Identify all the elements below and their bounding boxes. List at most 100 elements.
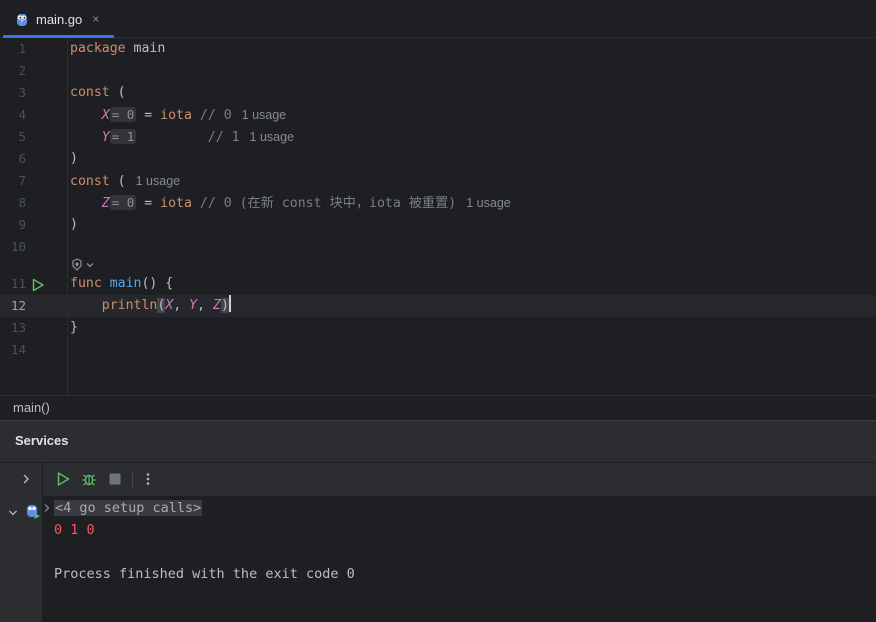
inlay-value-hint: = 1: [109, 129, 137, 144]
code-text: println(X, Y, Z): [70, 295, 231, 317]
usage-hint[interactable]: 1 usage: [136, 174, 180, 188]
brace: }: [70, 320, 78, 335]
panel-title: Services: [15, 433, 69, 448]
code-text: Z = 0 = iota // 0 (在新 const 块中，iota 被重置) 1…: [70, 192, 511, 215]
builtin-function: println: [101, 298, 158, 313]
code-text: const (: [70, 82, 126, 104]
const-ref: Y: [189, 298, 198, 313]
code-text: Y = 1 // 1 1 usage: [70, 126, 294, 149]
code-line[interactable]: 7 const (1 usage: [0, 170, 876, 192]
code-line[interactable]: 10: [0, 236, 876, 258]
inlay-value-hint: = 0: [109, 107, 137, 122]
code-line[interactable]: 11 func main() {: [0, 273, 876, 295]
code-line[interactable]: 9 ): [0, 214, 876, 236]
code-text: ): [70, 148, 78, 170]
package-name: main: [133, 41, 166, 56]
code-vision-hint[interactable]: [70, 257, 94, 273]
inlay-eq: =: [111, 195, 120, 210]
line-number: 8: [18, 195, 26, 210]
keyword: package: [70, 41, 126, 56]
code-text: }: [70, 317, 78, 339]
iota-keyword: iota: [160, 108, 192, 123]
line-number: 4: [18, 107, 26, 122]
comma: ,: [173, 298, 190, 313]
go-run-config-icon[interactable]: [26, 504, 41, 520]
line-number: 3: [18, 85, 26, 100]
code-line[interactable]: 6 ): [0, 148, 876, 170]
run-icon[interactable]: [55, 471, 71, 487]
signature: () {: [141, 276, 174, 291]
exit-message: Process finished with the exit code 0: [54, 566, 355, 582]
paren: (: [117, 174, 126, 189]
const-name: X: [101, 108, 110, 123]
program-output: 0 1 0: [54, 522, 95, 538]
breadcrumb-item[interactable]: main(): [13, 400, 50, 415]
run-gutter-icon[interactable]: [31, 278, 45, 292]
keyword: const: [70, 174, 110, 189]
services-panel: Services <4 go setup calls> 0 1 0 Proces…: [0, 420, 876, 622]
comment: // 0: [199, 108, 232, 123]
tab-label: main.go: [36, 11, 83, 27]
iota-keyword: iota: [160, 196, 192, 211]
inlay-value: 1: [126, 129, 135, 144]
folded-region[interactable]: <4 go setup calls>: [54, 497, 203, 519]
paren: ): [70, 151, 78, 166]
const-name: Z: [101, 196, 110, 211]
code-line[interactable]: 14: [0, 339, 876, 361]
tab-main-go[interactable]: main.go ×: [3, 0, 114, 38]
code-line[interactable]: 4 X = 0 = iota // 0 1 usage: [0, 104, 876, 126]
chevron-down-icon[interactable]: [7, 507, 19, 519]
comment: // 0 (在新 const 块中，iota 被重置): [199, 196, 457, 211]
code-line[interactable]: 3 const (: [0, 82, 876, 104]
debug-icon[interactable]: [81, 471, 97, 487]
const-ref: Z: [212, 298, 221, 313]
code-line[interactable]: 8 Z = 0 = iota // 0 (在新 const 块中，iota 被重置…: [0, 192, 876, 214]
usage-hint[interactable]: 1 usage: [466, 196, 510, 210]
inlay-eq: =: [111, 107, 120, 122]
line-number: 6: [18, 151, 26, 166]
close-icon[interactable]: ×: [92, 12, 99, 26]
code-line[interactable]: 5 Y = 1 // 1 1 usage: [0, 126, 876, 148]
code-text: func main() {: [70, 273, 173, 295]
breadcrumb: main(): [0, 395, 876, 420]
stop-icon[interactable]: [107, 471, 123, 487]
gopher-icon: [17, 13, 27, 26]
keyword: const: [70, 85, 110, 100]
code-text: const (1 usage: [70, 170, 180, 193]
code-text: ): [70, 214, 78, 236]
line-number: 14: [10, 342, 26, 357]
comma: ,: [197, 298, 213, 313]
services-tree: [0, 496, 42, 622]
function-name: main: [109, 276, 142, 291]
services-toolbar: [0, 462, 876, 497]
code-editor[interactable]: 1 package main 2 3 const ( 4 X = 0 = iota…: [0, 38, 876, 395]
line-number: 11: [10, 276, 26, 291]
chevron-right-icon[interactable]: [18, 471, 34, 487]
operator: =: [144, 196, 153, 211]
keyword: func: [70, 276, 102, 291]
code-text: X = 0 = iota // 0 1 usage: [70, 104, 286, 127]
line-number: 1: [18, 41, 26, 56]
code-line[interactable]: 1 package main: [0, 38, 876, 60]
folded-setup-calls[interactable]: <4 go setup calls>: [54, 500, 203, 516]
inlay-value: 0: [126, 195, 135, 210]
usage-hint[interactable]: 1 usage: [250, 130, 294, 144]
line-number: 2: [18, 63, 26, 78]
code-line[interactable]: 13 }: [0, 317, 876, 339]
paren-highlight: ): [220, 298, 229, 313]
code-text: package main: [70, 38, 165, 60]
const-name: Y: [101, 130, 110, 145]
chevron-right-icon[interactable]: [43, 503, 51, 513]
more-options-icon[interactable]: [140, 471, 156, 487]
console-output[interactable]: <4 go setup calls> 0 1 0 Process finishe…: [42, 496, 876, 622]
usage-hint[interactable]: 1 usage: [242, 108, 286, 122]
code-line[interactable]: 2: [0, 60, 876, 82]
code-line-current[interactable]: 12 println(X, Y, Z): [0, 295, 876, 317]
line-number: 5: [18, 129, 26, 144]
paren: (: [117, 85, 126, 100]
line-number: 9: [18, 217, 26, 232]
paren: ): [70, 217, 78, 232]
operator: =: [144, 108, 153, 123]
text-caret: [228, 295, 231, 312]
line-number: 13: [10, 320, 26, 335]
